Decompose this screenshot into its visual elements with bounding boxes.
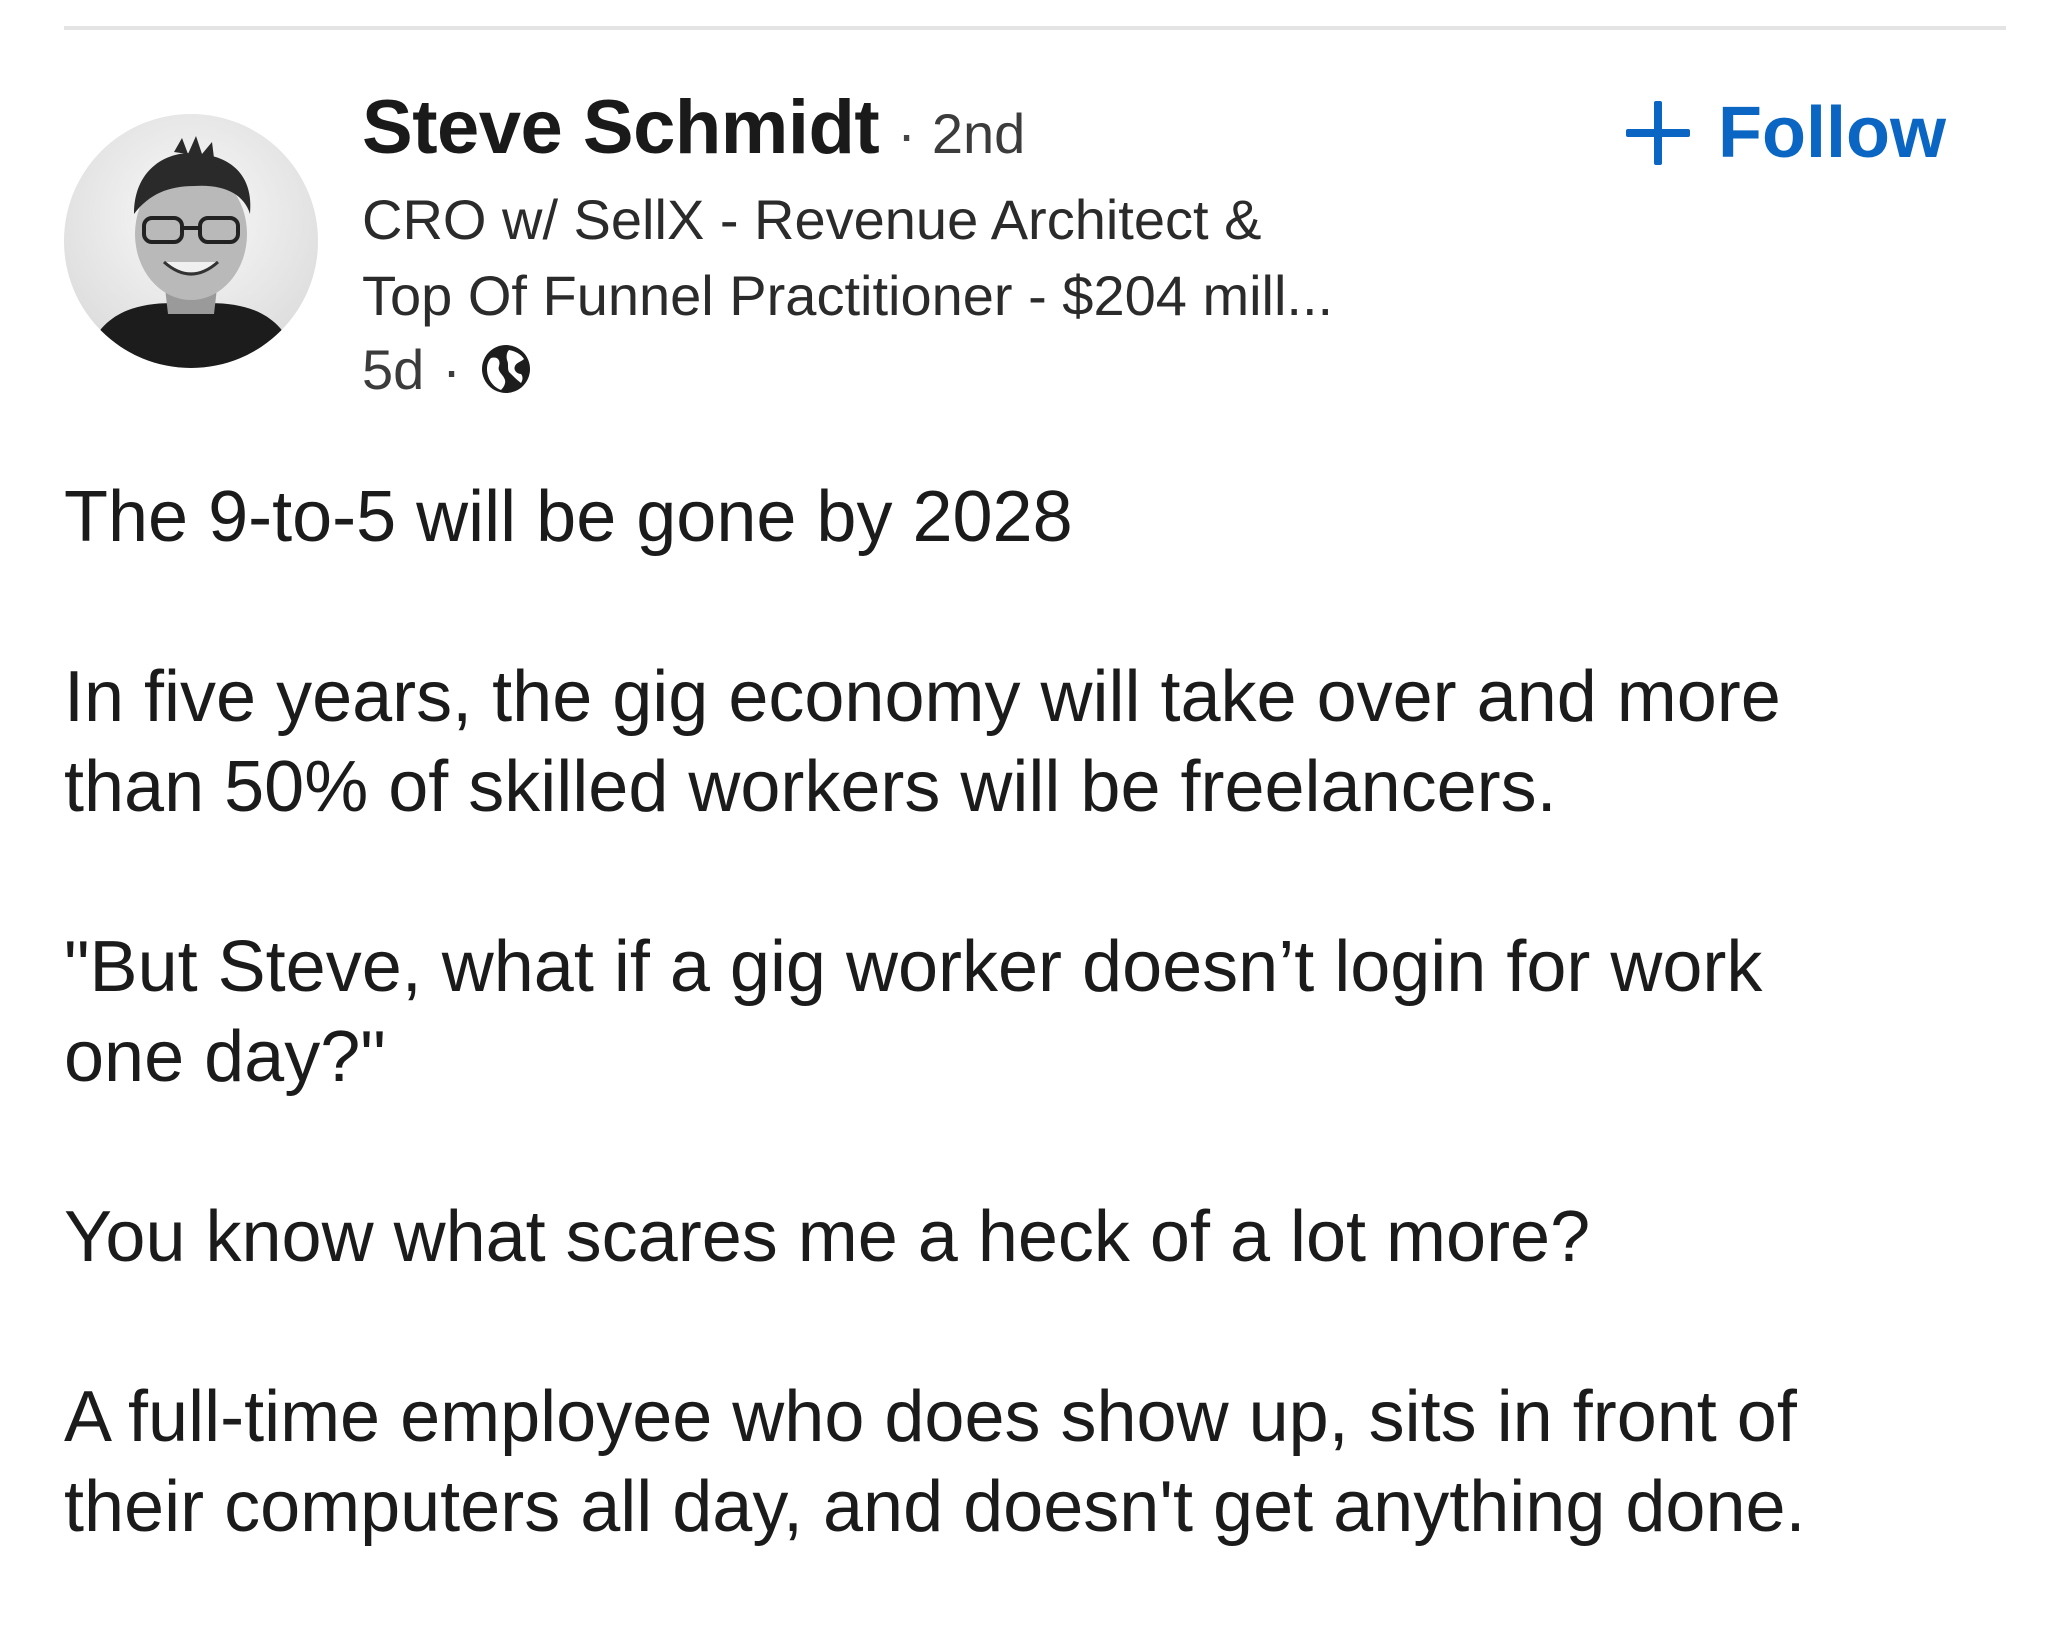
profile-photo [64, 114, 318, 368]
meta-separator: · [442, 337, 461, 401]
author-name[interactable]: Steve Schmidt [362, 84, 880, 171]
name-separator: · [897, 102, 916, 165]
author-avatar[interactable] [64, 114, 318, 368]
post-paragraph-3-line-2: one day?" [64, 1017, 386, 1097]
post-paragraph-5-line-2: their computers all day, and doesn't get… [64, 1467, 1806, 1547]
connection-degree: 2nd [931, 102, 1026, 165]
top-divider [64, 26, 2006, 30]
headline-line-1: CRO w/ SellX - Revenue Architect & [362, 188, 1262, 251]
post-paragraph-2-line-1: In five years, the gig economy will take… [64, 657, 1781, 737]
author-headline: CRO w/ SellX - Revenue Architect & Top O… [362, 182, 1562, 334]
plus-icon [1626, 101, 1690, 165]
post-paragraph-5: A full-time employee who does show up, s… [64, 1372, 2024, 1552]
post-paragraph-2-line-2: than 50% of skilled workers will be free… [64, 747, 1557, 827]
globe-icon [479, 342, 533, 396]
post-meta: 5d · [362, 334, 533, 404]
post-paragraph-5-line-1: A full-time employee who does show up, s… [64, 1377, 1797, 1457]
post-paragraph-1: The 9-to-5 will be gone by 2028 [64, 477, 1073, 557]
follow-button[interactable]: Follow [1626, 88, 1946, 178]
post-body: The 9-to-5 will be gone by 2028 In five … [64, 472, 2024, 1642]
headline-line-2: Top Of Funnel Practitioner - $204 mill..… [362, 264, 1334, 327]
post-age: 5d [362, 337, 425, 401]
follow-button-label: Follow [1718, 93, 1946, 173]
post-paragraph-4: You know what scares me a heck of a lot … [64, 1197, 1591, 1277]
author-name-line: Steve Schmidt · 2nd [362, 84, 1025, 172]
post-paragraph-3: "But Steve, what if a gig worker doesn’t… [64, 922, 2024, 1102]
post-paragraph-2: In five years, the gig economy will take… [64, 652, 2024, 832]
post-paragraph-3-line-1: "But Steve, what if a gig worker doesn’t… [64, 927, 1763, 1007]
